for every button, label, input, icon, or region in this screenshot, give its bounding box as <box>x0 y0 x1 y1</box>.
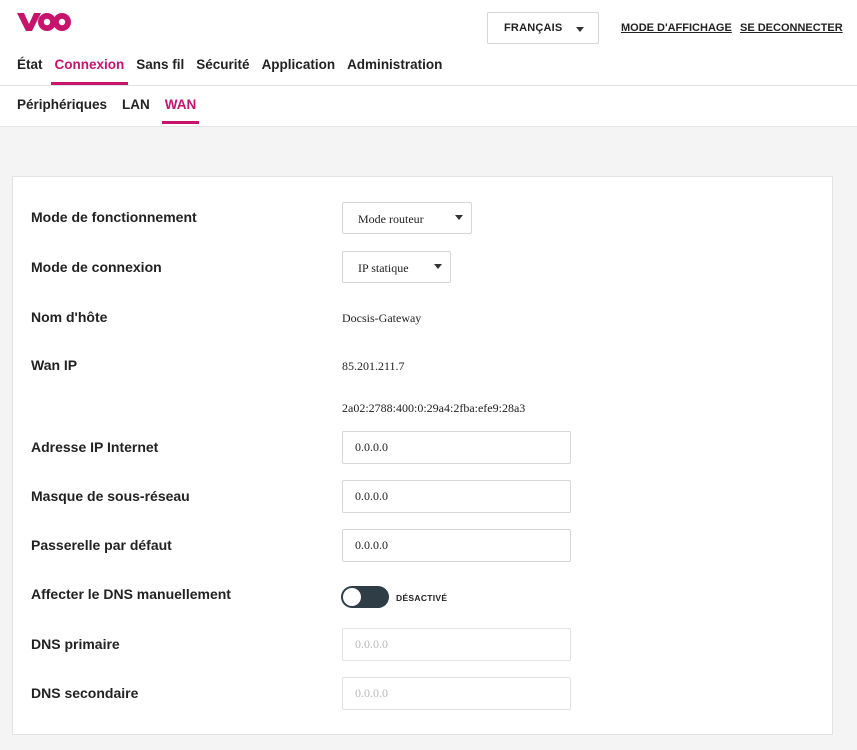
manual-dns-state: DÉSACTIVÉ <box>396 593 448 603</box>
display-mode-link[interactable]: MODE D'AFFICHAGE <box>621 22 732 34</box>
chevron-down-icon <box>434 264 442 269</box>
dns-primary-label: DNS primaire <box>31 636 120 652</box>
hostname-value: Docsis-Gateway <box>342 311 422 325</box>
manual-dns-toggle[interactable] <box>341 586 389 608</box>
internet-ip-label: Adresse IP Internet <box>31 439 159 455</box>
main-nav: État Connexion Sans fil Sécurité Applica… <box>17 57 454 85</box>
wan-ip-label: Wan IP <box>31 357 78 373</box>
chevron-down-icon <box>576 27 584 32</box>
dns-secondary-input[interactable] <box>342 677 571 710</box>
logout-link[interactable]: SE DECONNECTER <box>740 22 843 34</box>
wan-ipv6-value: 2a02:2788:400:0:29a4:2fba:efe9:28a3 <box>342 401 526 415</box>
operation-mode-select[interactable]: Mode routeur <box>342 202 472 234</box>
wan-settings-card: Mode de fonctionnement Mode routeur Mode… <box>12 176 833 735</box>
subtab-peripheriques[interactable]: Périphériques <box>17 97 107 124</box>
subnet-mask-label: Masque de sous-réseau <box>31 488 190 504</box>
voo-logo-mark <box>17 13 71 31</box>
top-header: FRANÇAIS MODE D'AFFICHAGE SE DECONNECTER… <box>0 0 857 127</box>
toggle-knob <box>343 588 361 606</box>
default-gateway-label: Passerelle par défaut <box>31 537 172 553</box>
chevron-down-icon <box>455 215 463 220</box>
operation-mode-value: Mode routeur <box>358 212 424 226</box>
voo-logo[interactable] <box>16 10 72 34</box>
language-select[interactable]: FRANÇAIS <box>487 12 599 44</box>
dns-primary-input[interactable] <box>342 628 571 661</box>
language-select-label: FRANÇAIS <box>504 22 563 34</box>
subtab-wan[interactable]: WAN <box>161 97 199 124</box>
tab-connexion[interactable]: Connexion <box>50 57 129 85</box>
operation-mode-label: Mode de fonctionnement <box>31 209 197 225</box>
tab-sans-fil[interactable]: Sans fil <box>136 57 184 84</box>
default-gateway-input[interactable] <box>342 529 571 562</box>
sub-nav: Périphériques LAN WAN <box>17 97 211 124</box>
subnet-mask-input[interactable] <box>342 480 571 513</box>
dns-secondary-label: DNS secondaire <box>31 685 139 701</box>
nav-divider <box>0 85 857 86</box>
tab-administration[interactable]: Administration <box>347 57 442 84</box>
connection-mode-select[interactable]: IP statique <box>342 251 451 283</box>
connection-mode-label: Mode de connexion <box>31 259 162 275</box>
connection-mode-value: IP statique <box>358 261 409 275</box>
manual-dns-label: Affecter le DNS manuellement <box>31 586 231 602</box>
wan-ipv4-value: 85.201.211.7 <box>342 359 405 373</box>
hostname-label: Nom d'hôte <box>31 309 108 325</box>
internet-ip-input[interactable] <box>342 431 571 464</box>
tab-etat[interactable]: État <box>17 57 43 84</box>
subtab-lan[interactable]: LAN <box>122 97 150 124</box>
tab-application[interactable]: Application <box>262 57 336 84</box>
tab-securite[interactable]: Sécurité <box>196 57 249 84</box>
